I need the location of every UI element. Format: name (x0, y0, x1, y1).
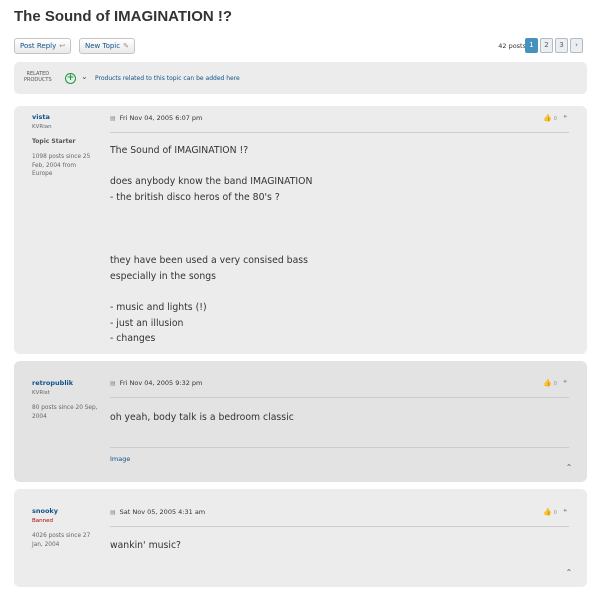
author-rank: Banned (32, 518, 53, 524)
topic-title: The Sound of IMAGINATION !? (14, 8, 233, 25)
author-info: 80 posts since 20 Sep, 2004 (32, 405, 98, 420)
post-content: oh yeah, body talk is a bedroom classic (110, 412, 294, 423)
post-content: wankin' music? (110, 540, 181, 551)
posts-count: 42 posts (498, 42, 526, 50)
post-author: vista KVRian Topic Starter 1098 posts si… (32, 113, 98, 179)
post-content: The Sound of IMAGINATION !? does anybody… (110, 145, 313, 345)
related-products-bar: RELATED PRODUCTS + ⌄ Products related to… (14, 62, 587, 94)
author-name[interactable]: snooky (32, 507, 98, 515)
author-role: Topic Starter (32, 138, 76, 145)
quote-icon[interactable]: ❝ (563, 114, 569, 122)
thumbs-up-icon[interactable]: 👍 (543, 508, 554, 516)
post-author: retropublik KVRist 80 posts since 20 Sep… (32, 379, 98, 421)
page-1[interactable]: 1 (525, 38, 538, 53)
related-products-label: RELATED PRODUCTS (24, 71, 52, 83)
page-3[interactable]: 3 (555, 38, 568, 53)
back-to-top-icon[interactable]: ⌃ (565, 569, 573, 577)
author-rank: KVRian (32, 124, 52, 130)
post-author: snooky Banned 4026 posts since 27 Jan, 2… (32, 507, 98, 549)
new-topic-button[interactable]: New Topic ✎ (79, 38, 135, 54)
post-header: ▤ Sat Nov 05, 2005 4:31 am 👍0 ❝ (110, 508, 569, 527)
post-signature[interactable]: Image (110, 447, 569, 463)
post: retropublik KVRist 80 posts since 20 Sep… (14, 361, 587, 482)
add-product-icon[interactable]: + (65, 73, 76, 84)
page-2[interactable]: 2 (540, 38, 553, 53)
author-name[interactable]: retropublik (32, 379, 98, 387)
author-info: 1098 posts since 25 Feb, 2004 from Europ… (32, 154, 91, 177)
like-count: 0 (553, 510, 559, 516)
chevron-down-icon[interactable]: ⌄ (81, 72, 88, 81)
author-rank: KVRist (32, 390, 50, 396)
next-page-icon[interactable]: › (570, 38, 583, 53)
post-actions: 👍0 ❝ (543, 114, 569, 122)
post-reply-button[interactable]: Post Reply ↩ (14, 38, 72, 54)
pagination: 1 2 3 › (525, 38, 583, 53)
author-name[interactable]: vista (32, 113, 98, 121)
quote-icon[interactable]: ❝ (563, 379, 569, 387)
post: vista KVRian Topic Starter 1098 posts si… (14, 106, 587, 354)
reply-icon: ↩ (59, 42, 66, 50)
post-icon[interactable]: ▤ (110, 115, 116, 122)
like-count: 0 (553, 116, 559, 122)
thumbs-up-icon[interactable]: 👍 (543, 114, 554, 122)
post-icon[interactable]: ▤ (110, 509, 116, 516)
post-header: ▤ Fri Nov 04, 2005 6:07 pm 👍0 ❝ (110, 114, 569, 133)
post-icon[interactable]: ▤ (110, 380, 116, 387)
post-actions: 👍0 ❝ (543, 508, 569, 516)
post-reply-label: Post Reply (20, 42, 57, 50)
thumbs-up-icon[interactable]: 👍 (543, 379, 554, 387)
post: snooky Banned 4026 posts since 27 Jan, 2… (14, 489, 587, 587)
new-topic-label: New Topic (85, 42, 121, 50)
post-date: Fri Nov 04, 2005 9:32 pm (119, 379, 203, 387)
post-header: ▤ Fri Nov 04, 2005 9:32 pm 👍0 ❝ (110, 379, 569, 398)
quote-icon[interactable]: ❝ (563, 508, 569, 516)
post-actions: 👍0 ❝ (543, 379, 569, 387)
back-to-top-icon[interactable]: ⌃ (565, 464, 573, 472)
related-products-text[interactable]: Products related to this topic can be ad… (95, 75, 240, 82)
pencil-icon: ✎ (123, 42, 129, 50)
post-date: Sat Nov 05, 2005 4:31 am (119, 508, 206, 516)
author-info: 4026 posts since 27 Jan, 2004 (32, 533, 91, 548)
like-count: 0 (553, 381, 559, 387)
post-date: Fri Nov 04, 2005 6:07 pm (119, 114, 203, 122)
